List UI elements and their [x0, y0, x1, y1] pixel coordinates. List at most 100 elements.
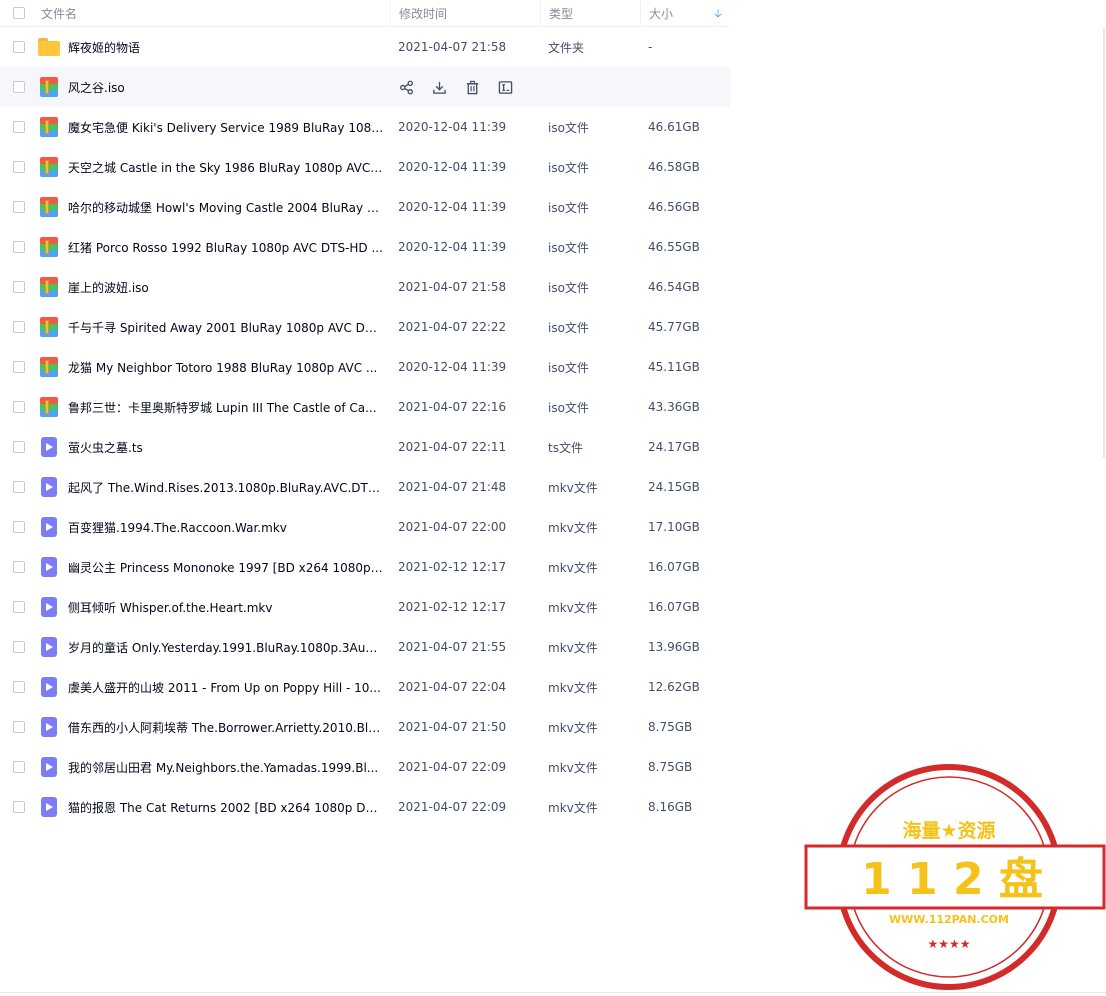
file-row[interactable]: 龙猫 My Neighbor Totoro 1988 BluRay 1080p … — [0, 347, 730, 387]
header-name[interactable]: 文件名 — [38, 5, 390, 22]
file-name[interactable]: 崖上的波妞.iso — [68, 279, 149, 296]
row-checkbox[interactable] — [13, 761, 25, 773]
rename-icon[interactable] — [497, 79, 513, 95]
row-name[interactable]: 魔女宅急便 Kiki's Delivery Service 1989 BluRa… — [38, 117, 390, 137]
download-icon[interactable] — [431, 79, 447, 95]
row-checkbox[interactable] — [13, 801, 25, 813]
file-name[interactable]: 红猪 Porco Rosso 1992 BluRay 1080p AVC DTS… — [68, 239, 383, 256]
stamp-main-text: 1 1 2 盘 — [861, 854, 1043, 905]
row-name[interactable]: 幽灵公主 Princess Mononoke 1997 [BD x264 108… — [38, 557, 390, 577]
file-row[interactable]: 辉夜姬的物语 2021-04-07 21:58 文件夹 - — [0, 27, 730, 67]
row-name[interactable]: 鲁邦三世：卡里奥斯特罗城 Lupin III The Castle of Ca.… — [38, 397, 390, 417]
scrollbar-track[interactable] — [1103, 28, 1105, 458]
file-name[interactable]: 魔女宅急便 Kiki's Delivery Service 1989 BluRa… — [68, 119, 384, 136]
file-name[interactable]: 借东西的小人阿莉埃蒂 The.Borrower.Arrietty.2010.Bl… — [68, 719, 384, 736]
row-checkbox[interactable] — [13, 241, 25, 253]
delete-icon[interactable] — [464, 79, 480, 95]
file-row[interactable]: 魔女宅急便 Kiki's Delivery Service 1989 BluRa… — [0, 107, 730, 147]
row-checkbox[interactable] — [13, 41, 25, 53]
row-type-text: iso文件 — [548, 120, 589, 135]
file-name[interactable]: 风之谷.iso — [68, 79, 125, 96]
file-row[interactable]: 千与千寻 Spirited Away 2001 BluRay 1080p AVC… — [0, 307, 730, 347]
row-checkbox[interactable] — [13, 641, 25, 653]
file-row[interactable]: 起风了 The.Wind.Rises.2013.1080p.BluRay.AVC… — [0, 467, 730, 507]
row-size: 8.75GB — [640, 720, 730, 734]
file-name[interactable]: 虞美人盛开的山坡 2011 - From Up on Poppy Hill - … — [68, 679, 381, 696]
row-size: 12.62GB — [640, 680, 730, 694]
row-checkbox[interactable] — [13, 281, 25, 293]
row-name[interactable]: 天空之城 Castle in the Sky 1986 BluRay 1080p… — [38, 157, 390, 177]
file-row[interactable]: 红猪 Porco Rosso 1992 BluRay 1080p AVC DTS… — [0, 227, 730, 267]
file-row[interactable]: 鲁邦三世：卡里奥斯特罗城 Lupin III The Castle of Ca.… — [0, 387, 730, 427]
row-name[interactable]: 辉夜姬的物语 — [38, 37, 390, 57]
file-name[interactable]: 萤火虫之墓.ts — [68, 439, 143, 456]
row-checkbox[interactable] — [13, 681, 25, 693]
file-name[interactable]: 我的邻居山田君 My.Neighbors.the.Yamadas.1999.Bl… — [68, 759, 378, 776]
row-checkbox[interactable] — [13, 321, 25, 333]
share-icon[interactable] — [398, 79, 414, 95]
row-type-text: mkv文件 — [548, 640, 598, 655]
row-name[interactable]: 哈尔的移动城堡 Howl's Moving Castle 2004 BluRay… — [38, 197, 390, 217]
row-name[interactable]: 虞美人盛开的山坡 2011 - From Up on Poppy Hill - … — [38, 677, 390, 697]
file-name[interactable]: 哈尔的移动城堡 Howl's Moving Castle 2004 BluRay… — [68, 199, 384, 216]
file-name[interactable]: 龙猫 My Neighbor Totoro 1988 BluRay 1080p … — [68, 359, 377, 376]
file-row[interactable]: 风之谷.iso — [0, 67, 730, 107]
row-checkbox[interactable] — [13, 161, 25, 173]
row-name[interactable]: 红猪 Porco Rosso 1992 BluRay 1080p AVC DTS… — [38, 237, 390, 257]
header-modified-time[interactable]: 修改时间 — [390, 0, 540, 27]
file-name[interactable]: 起风了 The.Wind.Rises.2013.1080p.BluRay.AVC… — [68, 479, 384, 496]
file-name[interactable]: 辉夜姬的物语 — [68, 39, 140, 56]
row-checkbox[interactable] — [13, 561, 25, 573]
file-name[interactable]: 猫的报恩 The Cat Returns 2002 [BD x264 1080p… — [68, 799, 384, 816]
file-name[interactable]: 百变狸猫.1994.The.Raccoon.War.mkv — [68, 519, 287, 536]
file-row[interactable]: 猫的报恩 The Cat Returns 2002 [BD x264 1080p… — [0, 787, 730, 827]
row-name[interactable]: 侧耳倾听 Whisper.of.the.Heart.mkv — [38, 597, 390, 617]
row-checkbox[interactable] — [13, 521, 25, 533]
file-row[interactable]: 萤火虫之墓.ts 2021-04-07 22:11 ts文件 24.17GB — [0, 427, 730, 467]
row-checkbox[interactable] — [13, 601, 25, 613]
row-name[interactable]: 千与千寻 Spirited Away 2001 BluRay 1080p AVC… — [38, 317, 390, 337]
file-row[interactable]: 百变狸猫.1994.The.Raccoon.War.mkv 2021-04-07… — [0, 507, 730, 547]
file-row[interactable]: 借东西的小人阿莉埃蒂 The.Borrower.Arrietty.2010.Bl… — [0, 707, 730, 747]
row-name[interactable]: 崖上的波妞.iso — [38, 277, 390, 297]
file-row[interactable]: 哈尔的移动城堡 Howl's Moving Castle 2004 BluRay… — [0, 187, 730, 227]
file-row[interactable]: 侧耳倾听 Whisper.of.the.Heart.mkv 2021-02-12… — [0, 587, 730, 627]
file-row[interactable]: 我的邻居山田君 My.Neighbors.the.Yamadas.1999.Bl… — [0, 747, 730, 787]
row-size-text: 46.55GB — [648, 240, 700, 254]
row-checkbox[interactable] — [13, 401, 25, 413]
row-name[interactable]: 岁月的童话 Only.Yesterday.1991.BluRay.1080p.3… — [38, 637, 390, 657]
file-name[interactable]: 鲁邦三世：卡里奥斯特罗城 Lupin III The Castle of Ca.… — [68, 399, 377, 416]
row-name[interactable]: 起风了 The.Wind.Rises.2013.1080p.BluRay.AVC… — [38, 477, 390, 497]
row-name[interactable]: 龙猫 My Neighbor Totoro 1988 BluRay 1080p … — [38, 357, 390, 377]
row-name[interactable]: 猫的报恩 The Cat Returns 2002 [BD x264 1080p… — [38, 797, 390, 817]
row-name[interactable]: 风之谷.iso — [38, 77, 390, 97]
header-size[interactable]: 大小 🡣 — [640, 0, 730, 27]
header-type[interactable]: 类型 — [540, 0, 640, 27]
row-name[interactable]: 借东西的小人阿莉埃蒂 The.Borrower.Arrietty.2010.Bl… — [38, 717, 390, 737]
select-all-checkbox[interactable] — [13, 7, 25, 19]
row-checkbox[interactable] — [13, 201, 25, 213]
row-checkbox[interactable] — [13, 721, 25, 733]
row-checkbox[interactable] — [13, 441, 25, 453]
file-name[interactable]: 岁月的童话 Only.Yesterday.1991.BluRay.1080p.3… — [68, 639, 384, 656]
row-select-cell — [0, 201, 38, 213]
sort-descending-icon[interactable]: 🡣 — [714, 8, 722, 19]
row-checkbox[interactable] — [13, 361, 25, 373]
file-name[interactable]: 侧耳倾听 Whisper.of.the.Heart.mkv — [68, 599, 273, 616]
row-name[interactable]: 萤火虫之墓.ts — [38, 437, 390, 457]
row-checkbox[interactable] — [13, 81, 25, 93]
file-row[interactable]: 天空之城 Castle in the Sky 1986 BluRay 1080p… — [0, 147, 730, 187]
file-row[interactable]: 崖上的波妞.iso 2021-04-07 21:58 iso文件 46.54GB — [0, 267, 730, 307]
file-row[interactable]: 岁月的童话 Only.Yesterday.1991.BluRay.1080p.3… — [0, 627, 730, 667]
file-row[interactable]: 幽灵公主 Princess Mononoke 1997 [BD x264 108… — [0, 547, 730, 587]
row-name[interactable]: 百变狸猫.1994.The.Raccoon.War.mkv — [38, 517, 390, 537]
file-name[interactable]: 千与千寻 Spirited Away 2001 BluRay 1080p AVC… — [68, 319, 384, 336]
file-row[interactable]: 虞美人盛开的山坡 2011 - From Up on Poppy Hill - … — [0, 667, 730, 707]
file-name[interactable]: 天空之城 Castle in the Sky 1986 BluRay 1080p… — [68, 159, 384, 176]
file-name[interactable]: 幽灵公主 Princess Mononoke 1997 [BD x264 108… — [68, 559, 384, 576]
row-checkbox[interactable] — [13, 481, 25, 493]
row-name[interactable]: 我的邻居山田君 My.Neighbors.the.Yamadas.1999.Bl… — [38, 757, 390, 777]
video-file-icon — [38, 437, 60, 457]
row-time-text: 2021-04-07 22:00 — [398, 520, 507, 534]
row-checkbox[interactable] — [13, 121, 25, 133]
